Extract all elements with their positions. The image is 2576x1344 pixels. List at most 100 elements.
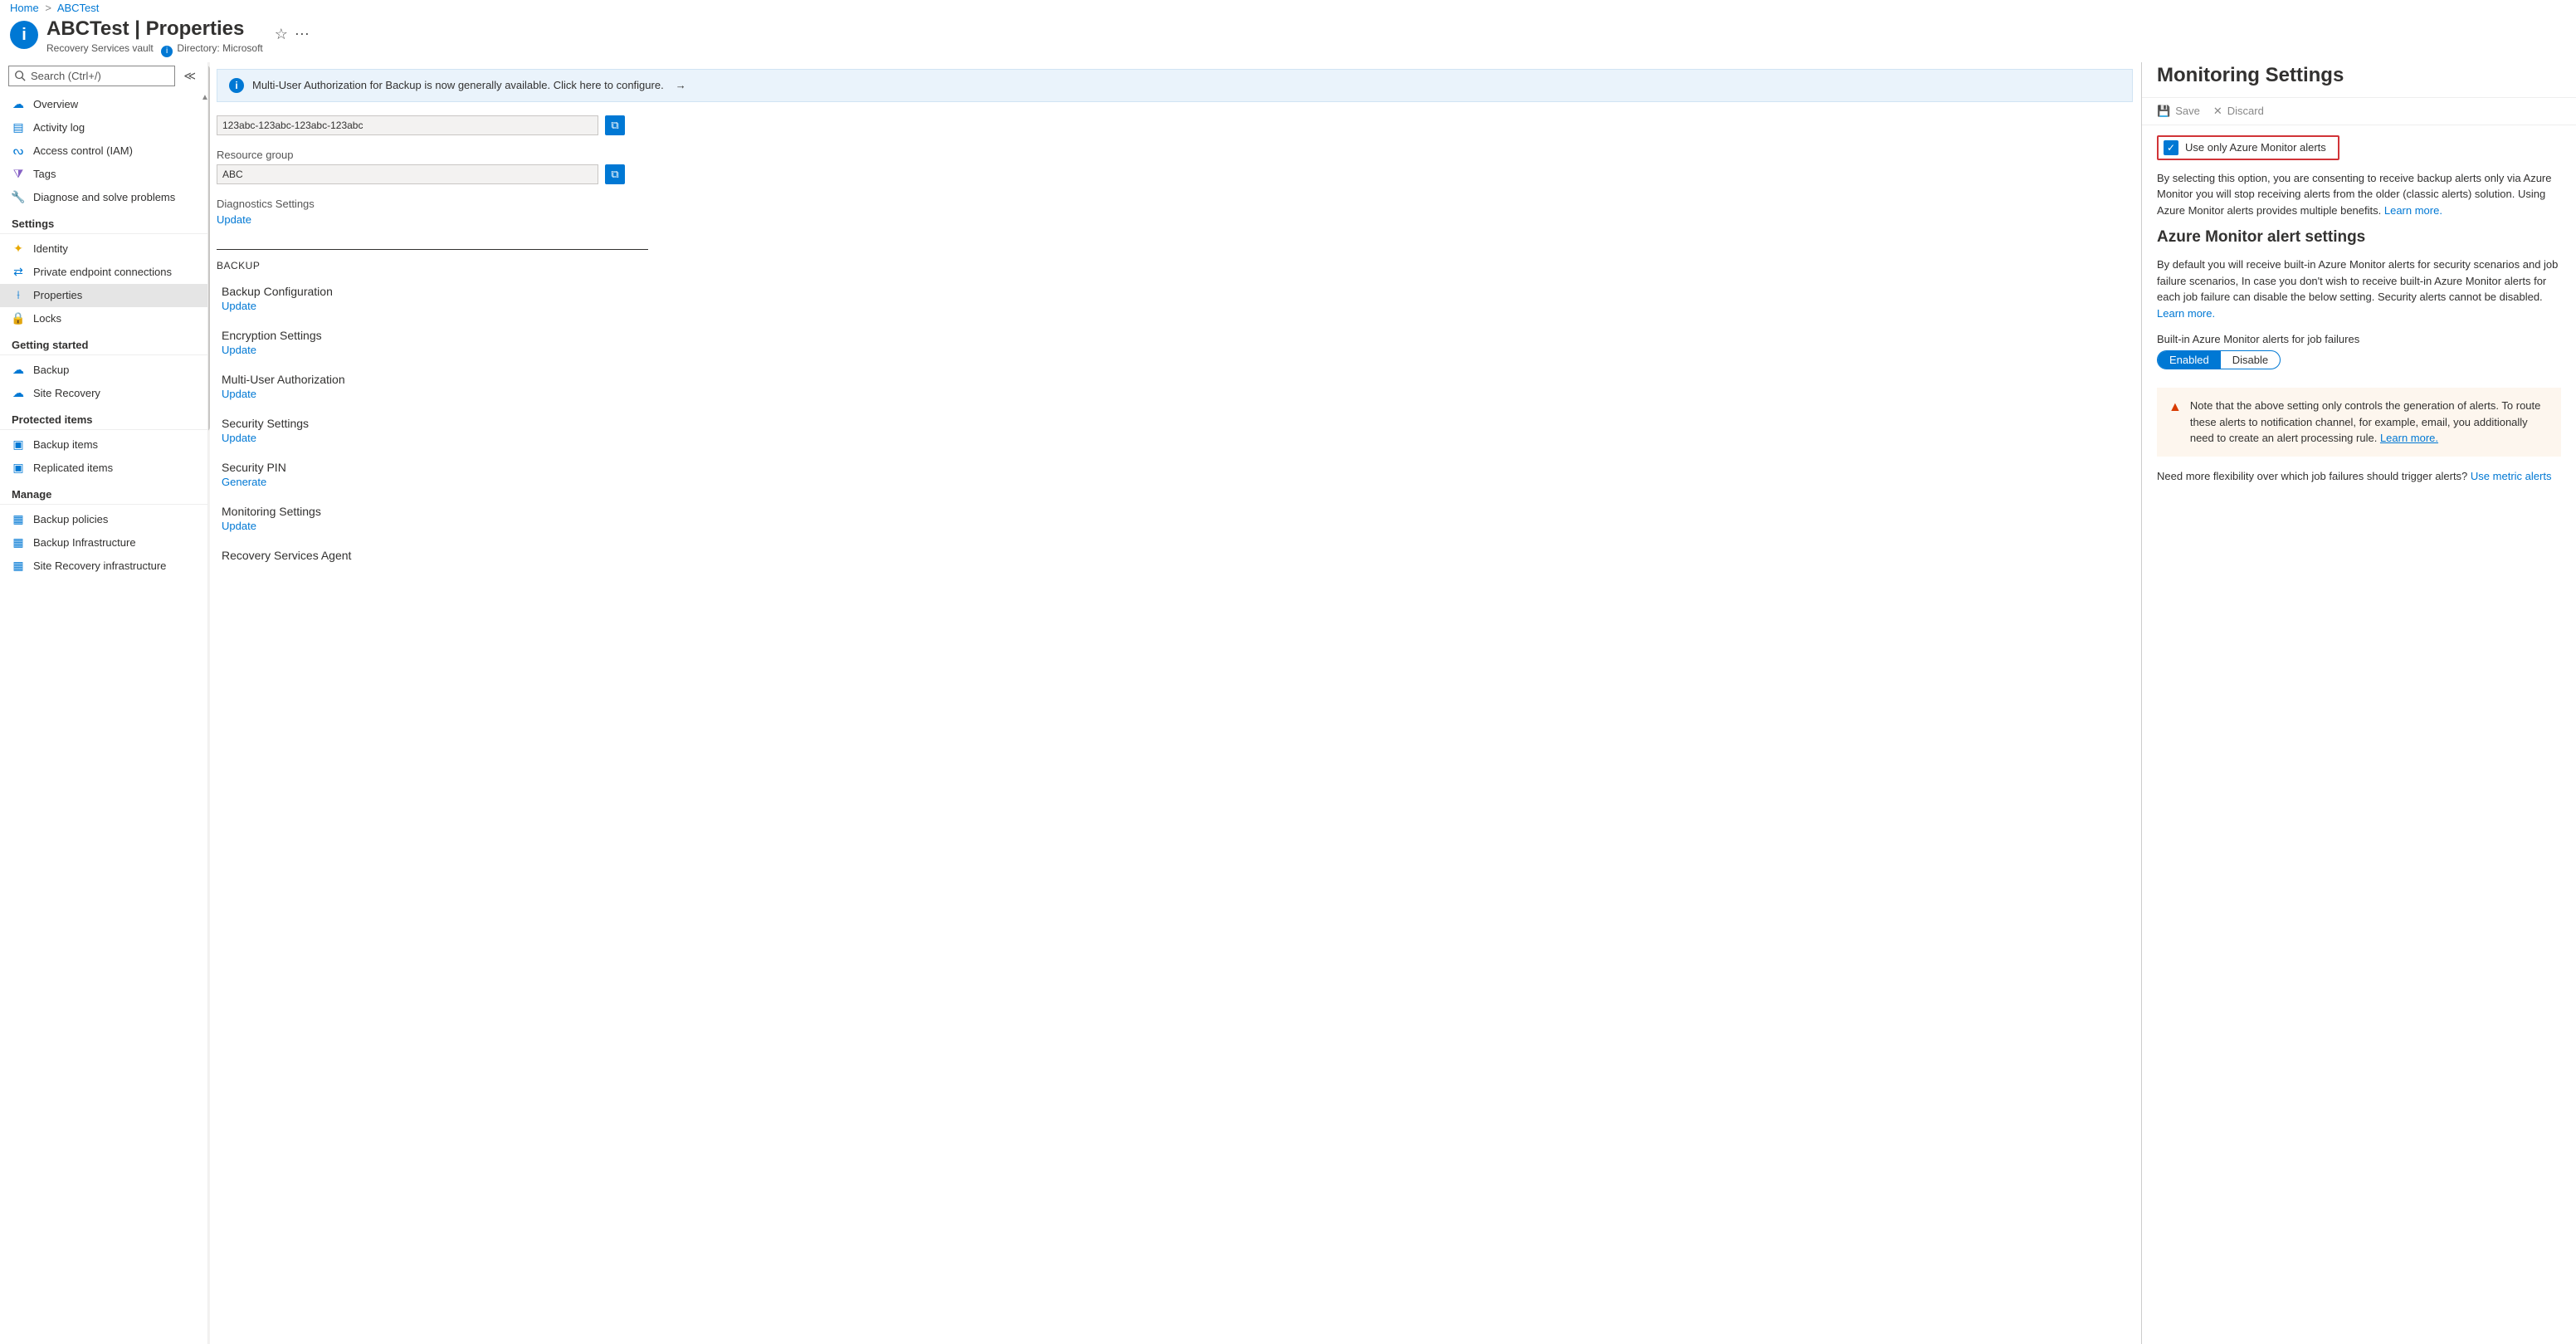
nav-section-settings: Settings xyxy=(0,209,207,234)
nav-properties[interactable]: ⟊ Properties xyxy=(0,284,207,307)
search-input[interactable]: Search (Ctrl+/) xyxy=(8,66,175,86)
panel-desc1: By selecting this option, you are consen… xyxy=(2157,170,2561,219)
prop-title: Monitoring Settings xyxy=(222,505,2133,518)
nav-label: Backup items xyxy=(33,438,98,451)
rg-label: Resource group xyxy=(217,149,2133,161)
nav-label: Private endpoint connections xyxy=(33,266,172,278)
backupitems-icon: ▣ xyxy=(12,438,25,452)
prop-agent: Recovery Services Agent xyxy=(222,549,2133,562)
update-link[interactable]: Update xyxy=(222,344,256,356)
monitoring-settings-panel: Monitoring Settings 💾 Save ✕ Discard ✓ U… xyxy=(2141,62,2576,1344)
diagnose-icon: 🔧 xyxy=(12,191,25,204)
prop-backup-config: Backup Configuration Update xyxy=(222,285,2133,312)
nav-access-control[interactable]: ᔓAccess control (IAM) xyxy=(0,139,207,163)
breadcrumb-resource[interactable]: ABCTest xyxy=(57,2,100,14)
use-metric-alerts-link[interactable]: Use metric alerts xyxy=(2471,470,2552,482)
properties-icon: ⟊ xyxy=(12,289,25,302)
nav-tags[interactable]: ⧩Tags xyxy=(0,163,207,186)
job-failure-toggle[interactable]: Enabled Disable xyxy=(2157,350,2281,369)
backup-section-head: BACKUP xyxy=(217,260,2133,271)
diag-label: Diagnostics Settings xyxy=(217,198,2133,210)
nav-label: Overview xyxy=(33,98,78,110)
nav-label: Identity xyxy=(33,242,68,255)
nav: ▲ ☁Overview ▤Activity log ᔓAccess contro… xyxy=(0,93,207,578)
nav-section-protected: Protected items xyxy=(0,405,207,430)
nav-label: Tags xyxy=(33,168,56,180)
nav-backup[interactable]: ☁Backup xyxy=(0,359,207,382)
nav-backup-policies[interactable]: ▦Backup policies xyxy=(0,508,207,531)
update-link[interactable]: Update xyxy=(222,520,256,532)
section-divider xyxy=(217,249,648,250)
breadcrumb: Home > ABCTest xyxy=(0,0,2576,14)
nav-replicated-items[interactable]: ▣Replicated items xyxy=(0,457,207,480)
flexibility-hint: Need more flexibility over which job fai… xyxy=(2157,468,2561,485)
activity-icon: ▤ xyxy=(12,121,25,134)
warning-icon: ▲ xyxy=(2169,398,2182,447)
more-button[interactable]: ⋯ xyxy=(295,26,310,43)
nav-label: Locks xyxy=(33,312,61,325)
resource-group-field[interactable]: ABC xyxy=(217,164,598,184)
scrollbar-thumb[interactable] xyxy=(207,66,210,431)
save-label: Save xyxy=(2175,105,2200,117)
prop-security: Security Settings Update xyxy=(222,417,2133,444)
checkbox-label: Use only Azure Monitor alerts xyxy=(2185,141,2326,154)
toggle-enabled[interactable]: Enabled xyxy=(2158,351,2221,369)
callout-text: Note that the above setting only control… xyxy=(2190,399,2541,444)
panel-title: Monitoring Settings xyxy=(2142,62,2576,97)
discard-button[interactable]: ✕ Discard xyxy=(2213,105,2264,118)
srinfra-icon: ▦ xyxy=(12,560,25,573)
update-link[interactable]: Update xyxy=(222,300,256,312)
panel-toolbar: 💾 Save ✕ Discard xyxy=(2142,97,2576,125)
generate-link[interactable]: Generate xyxy=(222,476,266,488)
collapse-sidebar-button[interactable]: ≪ xyxy=(180,66,199,86)
banner-text: Multi-User Authorization for Backup is n… xyxy=(252,79,664,91)
nav-backup-infra[interactable]: ▦ Backup Infrastructure xyxy=(0,531,207,555)
learn-more-link[interactable]: Learn more. xyxy=(2157,307,2215,320)
resource-id-field[interactable]: 123abc-123abc-123abc-123abc xyxy=(217,115,598,135)
prop-title: Multi-User Authorization xyxy=(222,373,2133,386)
copy-button[interactable]: ⧉ xyxy=(605,115,625,135)
info-icon: i xyxy=(229,78,244,93)
nav-label: Backup Infrastructure xyxy=(33,536,136,549)
nav-label: Site Recovery xyxy=(33,387,100,399)
nav-backup-items[interactable]: ▣ Backup items xyxy=(0,433,207,457)
toggle-label: Built-in Azure Monitor alerts for job fa… xyxy=(2157,333,2561,345)
info-banner[interactable]: i Multi-User Authorization for Backup is… xyxy=(217,69,2133,102)
overview-icon: ☁ xyxy=(12,98,25,111)
save-button[interactable]: 💾 Save xyxy=(2157,105,2200,118)
update-link[interactable]: Update xyxy=(222,388,256,400)
nav-label: Backup policies xyxy=(33,513,108,525)
nav-overview[interactable]: ☁ Overview xyxy=(0,93,207,116)
nav-locks[interactable]: 🔒Locks xyxy=(0,307,207,330)
learn-more-link[interactable]: Learn more. xyxy=(2384,204,2442,217)
nav-sr-infra[interactable]: ▦ Site Recovery infrastructure xyxy=(0,555,207,578)
info-icon: i xyxy=(161,46,173,57)
panel-desc2: By default you will receive built-in Azu… xyxy=(2157,257,2561,321)
favorite-button[interactable]: ☆ xyxy=(275,26,288,43)
toggle-disable[interactable]: Disable xyxy=(2221,351,2280,369)
warning-callout: ▲ Note that the above setting only contr… xyxy=(2157,388,2561,457)
copy-button[interactable]: ⧉ xyxy=(605,164,625,184)
search-placeholder: Search (Ctrl+/) xyxy=(31,70,101,82)
breadcrumb-home[interactable]: Home xyxy=(10,2,39,14)
diag-update-link[interactable]: Update xyxy=(217,213,251,226)
nav-diagnose[interactable]: 🔧 Diagnose and solve problems xyxy=(0,186,207,209)
nav-section-manage: Manage xyxy=(0,480,207,505)
search-icon xyxy=(14,70,26,81)
nav-label: Site Recovery infrastructure xyxy=(33,560,166,572)
update-link[interactable]: Update xyxy=(222,432,256,444)
nav-site-recovery[interactable]: ☁Site Recovery xyxy=(0,382,207,405)
nav-identity[interactable]: ✦Identity xyxy=(0,237,207,261)
use-azure-monitor-checkbox[interactable]: ✓ Use only Azure Monitor alerts xyxy=(2157,135,2339,160)
nav-activity-log[interactable]: ▤Activity log xyxy=(0,116,207,139)
infra-icon: ▦ xyxy=(12,536,25,550)
nav-label: Replicated items xyxy=(33,462,113,474)
nav-label: Diagnose and solve problems xyxy=(33,191,175,203)
learn-more-link[interactable]: Learn more. xyxy=(2380,432,2438,444)
prop-title: Security PIN xyxy=(222,461,2133,474)
nav-private-endpoint[interactable]: ⇄Private endpoint connections xyxy=(0,261,207,284)
directory-label: Directory: Microsoft xyxy=(177,42,262,54)
scrollbar-track[interactable] xyxy=(207,62,210,1344)
nav-label: Properties xyxy=(33,289,82,301)
prop-title: Recovery Services Agent xyxy=(222,549,2133,562)
